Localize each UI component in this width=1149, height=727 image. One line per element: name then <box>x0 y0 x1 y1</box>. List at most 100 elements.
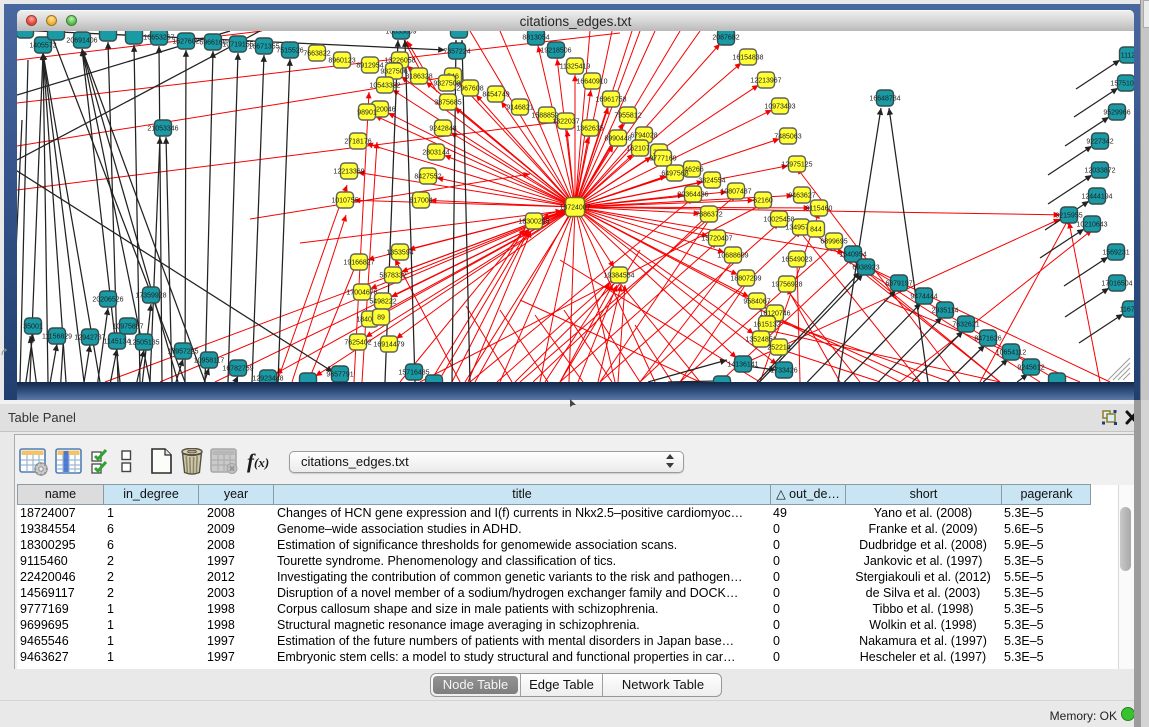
svg-text:16154838: 16154838 <box>732 55 763 62</box>
svg-text:12213369: 12213369 <box>333 169 364 176</box>
svg-text:10653267: 10653267 <box>143 35 174 42</box>
svg-text:19384554: 19384554 <box>603 273 634 280</box>
svg-text:9657791: 9657791 <box>326 372 353 379</box>
svg-text:18724007: 18724007 <box>559 205 590 212</box>
svg-text:7663822: 7663822 <box>303 51 330 58</box>
svg-text:14136141: 14136141 <box>727 362 758 369</box>
svg-text:1010755: 1010755 <box>331 198 358 205</box>
svg-text:35001: 35001 <box>23 324 43 331</box>
svg-text:8960123: 8960123 <box>328 58 355 65</box>
svg-text:1640954: 1640954 <box>839 252 866 259</box>
svg-text:9227342: 9227342 <box>1086 139 1113 146</box>
svg-text:9146821: 9146821 <box>506 105 533 112</box>
svg-text:2967608: 2967608 <box>456 86 483 93</box>
svg-text:98901: 98901 <box>357 110 377 117</box>
svg-text:16640910: 16640910 <box>576 79 607 86</box>
svg-text:16671355: 16671355 <box>248 44 279 51</box>
svg-text:17957225: 17957225 <box>167 349 198 356</box>
svg-text:18807299: 18807299 <box>730 276 761 283</box>
svg-text:12942737: 12942737 <box>74 335 105 342</box>
svg-text:8454749: 8454749 <box>482 92 509 99</box>
svg-text:7515526: 7515526 <box>276 48 303 55</box>
svg-text:7485063: 7485063 <box>774 134 801 141</box>
svg-text:20364436: 20364436 <box>677 192 708 199</box>
svg-text:11325419: 11325419 <box>560 64 591 71</box>
svg-text:19756928: 19756928 <box>771 282 802 289</box>
svg-text:3215955: 3215955 <box>1055 213 1082 220</box>
svg-text:89: 89 <box>377 315 385 322</box>
svg-text:2803144: 2803144 <box>422 150 449 157</box>
svg-text:8186328: 8186328 <box>405 74 432 81</box>
svg-text:9474444: 9474444 <box>910 294 937 301</box>
svg-text:2718176: 2718176 <box>344 139 371 146</box>
svg-text:9777169: 9777169 <box>649 156 676 163</box>
svg-text:9529966: 9529966 <box>1103 110 1130 117</box>
svg-text:7955812: 7955812 <box>614 113 641 120</box>
svg-text:10543382: 10543382 <box>369 83 400 90</box>
svg-text:5878332: 5878332 <box>379 273 406 280</box>
svg-text:1353594: 1353594 <box>386 250 413 257</box>
svg-text:10973493: 10973493 <box>764 104 795 111</box>
svg-text:1733426: 1733426 <box>770 368 797 375</box>
svg-text:7632621: 7632621 <box>952 322 979 329</box>
svg-text:16033809: 16033809 <box>385 31 416 36</box>
svg-text:252214: 252214 <box>767 345 790 352</box>
svg-text:1615132: 1615132 <box>753 322 780 329</box>
svg-text:1322037: 1322037 <box>552 119 579 126</box>
svg-text:17016504: 17016504 <box>1101 281 1132 288</box>
svg-text:10807487: 10807487 <box>720 189 751 196</box>
svg-text:817004: 817004 <box>409 198 432 205</box>
svg-text:9245612: 9245612 <box>1017 365 1044 372</box>
svg-text:20691406: 20691406 <box>66 38 97 45</box>
svg-text:7386372: 7386372 <box>695 212 722 219</box>
svg-text:16782759: 16782759 <box>222 366 253 373</box>
svg-text:15751074: 15751074 <box>1110 81 1134 88</box>
svg-text:1569231: 1569231 <box>1102 250 1129 257</box>
svg-text:15716485: 15716485 <box>398 370 429 377</box>
svg-text:1112: 1112 <box>1121 53 1134 60</box>
svg-text:3824554: 3824554 <box>698 178 725 185</box>
svg-text:10654112: 10654112 <box>996 350 1027 357</box>
svg-text:7625402: 7625402 <box>344 340 371 347</box>
svg-text:10958117: 10958117 <box>194 358 225 365</box>
svg-text:(x): (x) <box>254 455 269 470</box>
svg-text:6879197: 6879197 <box>885 281 912 288</box>
svg-text:1362635: 1362635 <box>576 126 603 133</box>
svg-text:5498222: 5498222 <box>369 299 396 306</box>
svg-text:62160: 62160 <box>753 198 773 205</box>
svg-text:7357224: 7357224 <box>443 49 470 56</box>
svg-text:8427552: 8427552 <box>414 174 441 181</box>
svg-text:12213967: 12213967 <box>750 78 781 85</box>
svg-text:16648784: 16648784 <box>869 96 900 103</box>
svg-text:116753: 116753 <box>1120 307 1134 314</box>
svg-text:17004678: 17004678 <box>346 290 377 297</box>
svg-text:8471626: 8471626 <box>974 336 1001 343</box>
svg-text:2087682: 2087682 <box>712 35 739 42</box>
svg-text:844: 844 <box>810 227 822 234</box>
svg-text:1621072: 1621072 <box>626 146 653 153</box>
svg-text:16961758: 16961758 <box>595 97 626 104</box>
svg-text:1527602: 1527602 <box>172 39 199 46</box>
svg-text:2935114: 2935114 <box>932 308 959 315</box>
svg-text:12975125: 12975125 <box>781 162 812 169</box>
svg-text:12033872: 12033872 <box>1084 168 1115 175</box>
svg-text:8990448: 8990448 <box>604 136 631 143</box>
svg-text:15720407: 15720407 <box>701 236 732 243</box>
svg-text:20206526: 20206526 <box>92 297 123 304</box>
svg-text:12505135: 12505135 <box>128 340 159 347</box>
svg-text:10210643: 10210643 <box>1076 222 1107 229</box>
svg-text:1405572: 1405572 <box>29 43 56 50</box>
svg-text:10688609: 10688609 <box>717 253 748 260</box>
svg-text:9463627: 9463627 <box>788 193 815 200</box>
svg-text:21053346: 21053346 <box>147 126 178 133</box>
svg-text:10025458: 10025458 <box>763 217 794 224</box>
svg-text:9115460: 9115460 <box>806 206 833 213</box>
svg-text:11156829: 11156829 <box>42 334 72 341</box>
svg-text:17359928: 17359928 <box>135 293 166 300</box>
svg-text:6497568: 6497568 <box>661 171 688 178</box>
svg-text:19166827: 19166827 <box>343 260 374 267</box>
svg-text:9327506: 9327506 <box>380 69 407 76</box>
svg-text:16549023: 16549023 <box>781 257 812 264</box>
svg-text:8813054: 8813054 <box>522 35 549 42</box>
svg-text:18300295: 18300295 <box>518 219 549 226</box>
